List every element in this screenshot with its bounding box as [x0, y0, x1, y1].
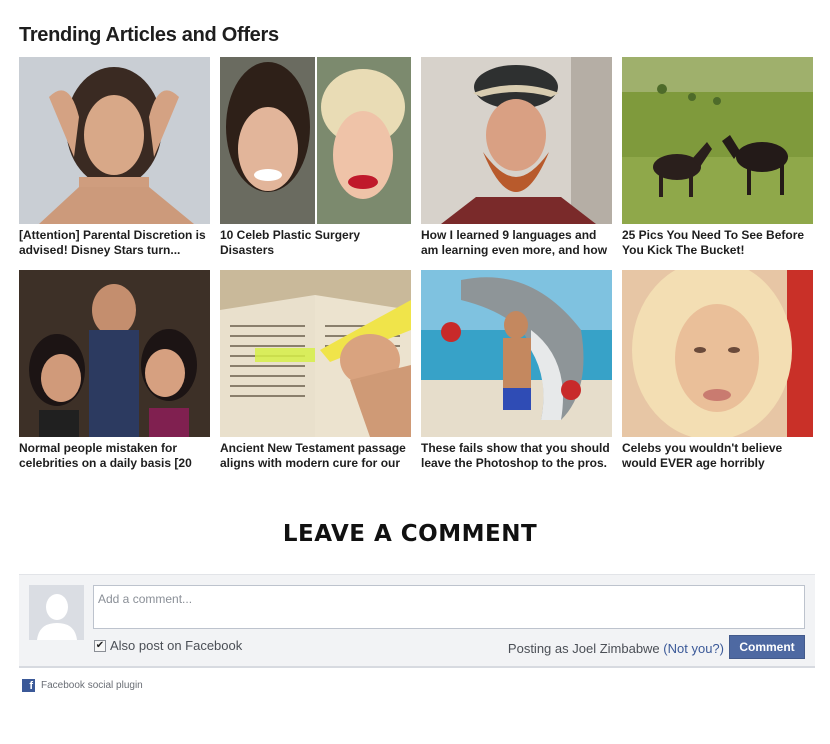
not-you-link[interactable]: (Not you?): [663, 641, 724, 656]
also-post-option[interactable]: ✔ Also post on Facebook: [94, 638, 242, 653]
article-thumbnail[interactable]: [421, 57, 612, 224]
article-card[interactable]: These fails show that you should leave t…: [421, 270, 612, 471]
facebook-comment-box: ✔ Also post on Facebook Posting as Joel …: [19, 574, 815, 668]
article-caption[interactable]: Normal people mistaken for celebrities o…: [19, 441, 210, 471]
comment-input[interactable]: [93, 585, 805, 629]
also-post-checkbox[interactable]: ✔: [94, 639, 106, 652]
comment-button[interactable]: Comment: [729, 635, 805, 659]
article-thumbnail[interactable]: [19, 270, 210, 437]
article-thumbnail[interactable]: [220, 57, 411, 224]
facebook-social-plugin[interactable]: f Facebook social plugin: [22, 679, 143, 692]
leave-comment-heading: LEAVE A COMMENT: [282, 521, 538, 547]
avatar: [29, 585, 84, 640]
default-avatar-icon: [29, 585, 84, 640]
article-card[interactable]: 25 Pics You Need To See Before You Kick …: [622, 57, 813, 258]
article-card[interactable]: Normal people mistaken for celebrities o…: [19, 270, 210, 471]
posting-as-text: Posting as Joel Zimbabwe: [507, 641, 660, 656]
article-card[interactable]: How I learned 9 languages and am learnin…: [421, 57, 612, 258]
article-thumbnail[interactable]: [622, 57, 813, 224]
article-card[interactable]: [Attention] Parental Discretion is advis…: [19, 57, 210, 258]
posting-as-info: Posting as Joel Zimbabwe (Not you?): [508, 641, 724, 656]
article-thumbnail[interactable]: [421, 270, 612, 437]
article-caption[interactable]: How I learned 9 languages and am learnin…: [421, 228, 612, 258]
article-card[interactable]: Celebs you wouldn't believe would EVER a…: [622, 270, 813, 471]
article-thumbnail[interactable]: [622, 270, 813, 437]
article-caption[interactable]: Ancient New Testament passage aligns wit…: [220, 441, 411, 471]
plugin-label[interactable]: Facebook social plugin: [41, 680, 143, 691]
article-caption[interactable]: Celebs you wouldn't believe would EVER a…: [622, 441, 813, 471]
article-caption[interactable]: 25 Pics You Need To See Before You Kick …: [622, 228, 813, 258]
article-thumbnail[interactable]: [19, 57, 210, 224]
article-caption[interactable]: [Attention] Parental Discretion is advis…: [19, 228, 210, 258]
trending-title: Trending Articles and Offers: [19, 24, 279, 46]
facebook-icon: f: [22, 679, 35, 692]
article-caption[interactable]: These fails show that you should leave t…: [421, 441, 612, 471]
article-caption[interactable]: 10 Celeb Plastic Surgery Disasters: [220, 228, 411, 258]
article-card[interactable]: 10 Celeb Plastic Surgery Disasters: [220, 57, 411, 258]
also-post-label: Also post on Facebook: [110, 638, 243, 653]
article-card[interactable]: Ancient New Testament passage aligns wit…: [220, 270, 411, 471]
article-thumbnail[interactable]: [220, 270, 411, 437]
